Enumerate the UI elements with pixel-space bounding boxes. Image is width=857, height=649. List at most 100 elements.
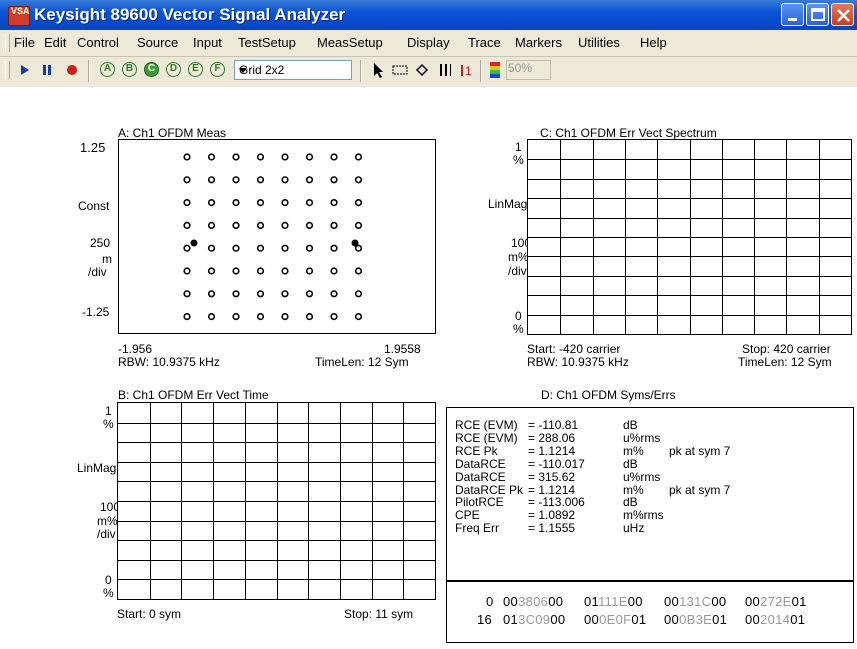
metric-value: = 1.0892 — [528, 508, 576, 523]
menu-help[interactable]: Help — [640, 35, 667, 50]
marker-peak-icon[interactable]: 1 — [458, 62, 476, 78]
constellation-point — [305, 313, 314, 321]
maximize-button[interactable] — [806, 3, 829, 26]
hex-word-dim-part: 111E — [598, 594, 628, 609]
constellation-point — [281, 221, 289, 229]
menu-file[interactable]: File — [14, 35, 35, 50]
constellation-point — [305, 198, 314, 207]
constellation-point — [305, 153, 314, 161]
trace-a-button[interactable]: A — [100, 62, 115, 77]
trace-c-button[interactable]: C — [144, 62, 159, 77]
trace-b-y-format[interactable]: LinMag — [77, 462, 116, 475]
constellation-point — [207, 313, 216, 321]
constellation-point — [330, 153, 338, 161]
menu-display[interactable]: Display — [407, 35, 450, 50]
hex-word: 00131C00 — [664, 594, 726, 609]
trace-b-title[interactable]: B: Ch1 OFDM Err Vect Time — [118, 389, 269, 402]
constellation-points — [183, 153, 363, 321]
hex-word: 01111E00 — [584, 594, 643, 609]
err-vect-spectrum-plot[interactable] — [527, 139, 852, 335]
metric-unit: u%rms — [623, 469, 661, 484]
constellation-point — [354, 267, 363, 275]
hex-word-part: 00 — [664, 594, 680, 609]
layout-select[interactable]: Grid 2x2 — [234, 60, 352, 80]
record-icon[interactable] — [64, 62, 80, 78]
constellation-point — [232, 176, 240, 184]
hex-word-part: 00 — [664, 612, 680, 627]
err-vect-time-plot[interactable] — [117, 402, 436, 600]
trace-c-y-format[interactable]: LinMag — [488, 198, 527, 211]
menu-source[interactable]: Source — [137, 35, 178, 50]
close-button[interactable] — [831, 3, 854, 26]
trace-a-y-bottom: -1.25 — [82, 305, 110, 319]
minimize-button[interactable] — [781, 3, 804, 26]
band-marker-icon[interactable] — [436, 62, 454, 78]
constellation-plot[interactable] — [118, 139, 436, 334]
zoom-field[interactable] — [506, 60, 551, 80]
constellation-point — [232, 267, 240, 275]
marker-diamond-icon[interactable] — [414, 62, 430, 78]
toolbar-grip[interactable] — [5, 61, 10, 79]
trace-b-stop: Stop: 11 sym — [344, 607, 414, 621]
constellation-point — [232, 198, 240, 207]
hex-word-part: 00 — [627, 594, 643, 609]
trace-d-button[interactable]: D — [166, 62, 181, 77]
constellation-point — [354, 153, 363, 161]
constellation-point — [281, 153, 289, 161]
constellation-point — [256, 153, 265, 161]
hex-row-index: 16 — [477, 612, 493, 627]
constellation-point — [330, 313, 338, 321]
constellation-point — [207, 290, 216, 298]
constellation-point — [232, 313, 240, 321]
menu-testsetup[interactable]: TestSetup — [238, 35, 296, 50]
pause-icon[interactable] — [40, 62, 54, 78]
menu-control[interactable]: Control — [77, 35, 119, 50]
metric-unit: m%rms — [623, 508, 664, 523]
constellation-point — [354, 176, 363, 184]
menu-trace[interactable]: Trace — [468, 35, 501, 50]
trace-e-button[interactable]: E — [188, 62, 203, 77]
constellation-point — [207, 153, 216, 161]
play-icon[interactable] — [18, 62, 32, 78]
pointer-icon[interactable] — [370, 61, 386, 79]
hex-word-dim-part: 3C09 — [518, 612, 551, 627]
hex-word-part: 01 — [584, 594, 599, 609]
minimize-icon — [788, 18, 797, 21]
hex-word-part: 00 — [548, 594, 564, 609]
hex-word: 000E0F01 — [584, 612, 646, 627]
constellation-point — [256, 313, 265, 321]
hex-word: 00201401 — [745, 612, 805, 627]
title-bar[interactable]: VSA Keysight 89600 Vector Signal Analyze… — [0, 0, 857, 30]
hex-word-dim-part: 131C — [679, 594, 712, 609]
trace-a-y-format[interactable]: Const — [78, 200, 109, 213]
metric-unit: m% — [623, 482, 644, 497]
menu-grip[interactable] — [5, 34, 10, 52]
trace-d-title[interactable]: D: Ch1 OFDM Syms/Errs — [541, 389, 676, 402]
color-spectrum-icon[interactable] — [488, 60, 502, 80]
menu-utilities[interactable]: Utilities — [578, 35, 620, 50]
constellation-point — [281, 244, 289, 252]
trace-a-rbw: RBW: 10.9375 kHz — [118, 355, 220, 369]
metric-value: = 1.1555 — [528, 521, 576, 536]
hex-word-part: 00 — [745, 594, 761, 609]
constellation-point — [354, 221, 363, 229]
menu-edit[interactable]: Edit — [44, 35, 66, 50]
metric-name: RCE (EVM) — [455, 418, 518, 432]
constellation-point — [281, 176, 289, 184]
zoom-box-icon[interactable] — [390, 62, 410, 78]
constellation-point — [256, 267, 265, 275]
trace-b-button[interactable]: B — [122, 62, 137, 77]
menu-meassetup[interactable]: MeasSetup — [317, 35, 383, 50]
constellation-point — [183, 221, 191, 229]
constellation-point — [256, 244, 265, 252]
metric-value: = 1.1214 — [528, 482, 576, 497]
trace-b-y-top-unit: % — [103, 417, 114, 431]
hex-word-part: 00 — [711, 594, 727, 609]
trace-a-y-scale: 250 — [90, 236, 111, 250]
trace-f-button[interactable]: F — [210, 62, 225, 77]
metric-unit: dB — [623, 456, 638, 471]
hex-word-part: 01 — [791, 594, 807, 609]
menu-input[interactable]: Input — [193, 35, 222, 50]
err-vect-spectrum-grid — [528, 140, 851, 334]
menu-markers[interactable]: Markers — [515, 35, 562, 50]
